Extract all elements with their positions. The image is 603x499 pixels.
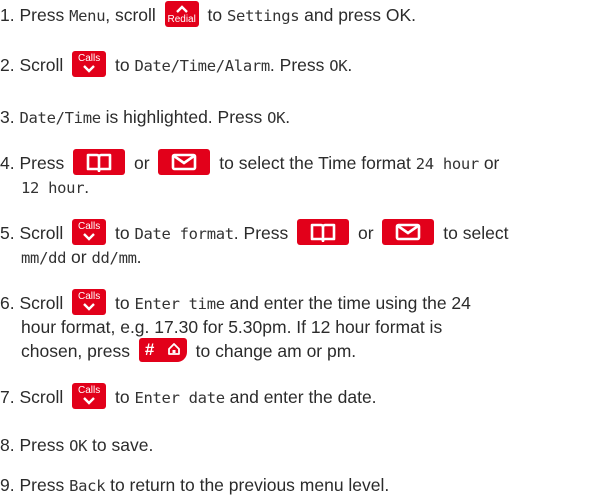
calls-key: Calls <box>72 219 107 246</box>
step-number: 8. <box>0 435 15 455</box>
phonebook-icon <box>86 154 112 173</box>
format-dd-mm: dd/mm <box>91 249 137 267</box>
text: Scroll <box>19 387 69 407</box>
phonebook-key <box>297 219 350 246</box>
back-label: Back <box>69 477 106 495</box>
message-key <box>382 219 435 246</box>
text: Press <box>19 475 70 495</box>
key-label: Calls <box>77 385 101 397</box>
text: or <box>129 153 155 173</box>
text: to select <box>438 223 509 243</box>
text: Press <box>19 153 70 173</box>
text: . <box>285 107 291 127</box>
step-1: 1. Press Menu, scroll Redial to Settings… <box>0 1 416 29</box>
calls-key: Calls <box>72 289 107 316</box>
key-label: Redial <box>167 14 196 26</box>
text: Press <box>19 5 70 25</box>
text: to <box>110 293 135 313</box>
text: , scroll <box>105 5 161 25</box>
text: to <box>110 387 135 407</box>
chevron-down-icon <box>83 303 95 312</box>
text: and enter the time using the 24 <box>224 293 471 313</box>
ok-label: OK <box>267 109 286 127</box>
phonebook-key <box>73 149 126 176</box>
text: Press <box>19 435 70 455</box>
text: to <box>110 223 135 243</box>
hash-key-icon <box>167 343 180 356</box>
step-7: 7. Scroll Calls to Enter date and enter … <box>0 383 377 411</box>
step-5-line-2: mm/dd or dd/mm. <box>21 244 142 271</box>
phonebook-icon <box>310 224 336 243</box>
text: hour format, e.g. 17.30 for 5.30pm. If 1… <box>21 317 443 337</box>
step-number: 4. <box>0 153 15 173</box>
enter-date-label: Enter date <box>134 389 225 407</box>
text: or <box>353 223 379 243</box>
enter-time-label: Enter time <box>134 295 225 313</box>
text: . <box>136 247 142 267</box>
redial-key: Redial <box>164 1 199 28</box>
date-time-alarm-label: Date/Time/Alarm <box>134 57 270 75</box>
key-label: Calls <box>77 53 101 65</box>
text: to save. <box>87 435 154 455</box>
message-key <box>158 149 211 176</box>
step-number: 6. <box>0 293 15 313</box>
step-4-line-2: 12 hour. <box>21 174 89 201</box>
step-3: 3. Date/Time is highlighted. Press OK. <box>0 104 290 131</box>
text: to <box>110 55 135 75</box>
hour-format-24: 24 hour <box>415 155 480 173</box>
text: or <box>66 247 92 267</box>
text: . <box>84 177 90 197</box>
text: Scroll <box>19 223 69 243</box>
text: and enter the date. <box>224 387 377 407</box>
step-number: 7. <box>0 387 15 407</box>
envelope-icon <box>396 224 421 241</box>
date-time-label: Date/Time <box>19 109 101 127</box>
step-9: 9. Press Back to return to the previous … <box>0 472 389 499</box>
step-6-line-2: hour format, e.g. 17.30 for 5.30pm. If 1… <box>21 314 442 340</box>
chevron-up-icon <box>175 5 188 14</box>
hash-key: # <box>138 338 187 363</box>
menu-label: Menu <box>69 7 106 25</box>
text: to change am or pm. <box>190 341 357 361</box>
step-2: 2. Scroll Calls to Date/Time/Alarm. Pres… <box>0 51 353 79</box>
envelope-icon <box>172 154 197 171</box>
chevron-down-icon <box>83 397 95 406</box>
text: and press OK. <box>299 5 416 25</box>
text: Scroll <box>19 293 69 313</box>
text: to return to the previous menu level. <box>105 475 390 495</box>
calls-key: Calls <box>72 51 107 78</box>
step-8: 8. Press OK to save. <box>0 432 153 459</box>
text: . Press <box>233 223 294 243</box>
text: or <box>478 153 500 173</box>
hour-format-12: 12 hour <box>21 179 85 197</box>
text: Scroll <box>19 55 69 75</box>
text: is highlighted. Press <box>100 107 268 127</box>
hash-symbol: # <box>144 340 155 360</box>
text: . <box>347 55 353 75</box>
settings-label: Settings <box>227 7 300 25</box>
text: chosen, press <box>21 341 135 361</box>
step-number: 9. <box>0 475 15 495</box>
step-number: 3. <box>0 107 15 127</box>
format-mm-dd: mm/dd <box>21 249 67 267</box>
key-label: Calls <box>77 221 101 233</box>
step-number: 2. <box>0 55 15 75</box>
text: to select the Time format <box>214 153 416 173</box>
ok-label: OK <box>329 57 348 75</box>
text: to <box>202 5 227 25</box>
date-format-label: Date format <box>134 225 234 243</box>
calls-key: Calls <box>72 383 107 410</box>
step-number: 1. <box>0 5 15 25</box>
key-label: Calls <box>77 291 101 303</box>
chevron-down-icon <box>83 65 95 74</box>
step-6-line-3: chosen, press # to change am or pm. <box>21 338 356 364</box>
step-number: 5. <box>0 223 15 243</box>
text: . Press <box>269 55 330 75</box>
ok-label: OK <box>69 437 88 455</box>
chevron-down-icon <box>83 233 95 242</box>
